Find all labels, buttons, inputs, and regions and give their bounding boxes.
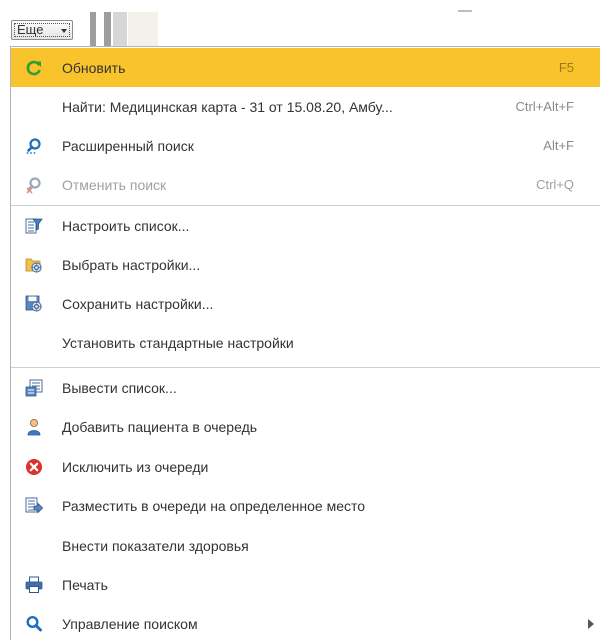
dropdown-menu: Обновить F5 Найти: Медицинская карта - 3… bbox=[10, 46, 600, 640]
menu-item-label: Разместить в очереди на определенное мес… bbox=[62, 498, 366, 514]
printer-icon bbox=[25, 576, 43, 594]
toolbar: Еще bbox=[0, 0, 600, 46]
menu-item-add-patient[interactable]: Добавить пациента в очередь bbox=[11, 407, 600, 446]
menu-item-shortcut: F5 bbox=[558, 60, 574, 75]
menu-item-label: Установить стандартные настройки bbox=[62, 335, 294, 351]
menu-item-label: Найти: Медицинская карта - 31 от 15.08.2… bbox=[62, 99, 393, 115]
menu-item-shortcut: Alt+F bbox=[543, 138, 574, 153]
menu-item-find[interactable]: Найти: Медицинская карта - 31 от 15.08.2… bbox=[11, 87, 600, 126]
menu-item-label: Вывести список... bbox=[62, 380, 177, 396]
menu-item-shortcut: Ctrl+Q bbox=[536, 177, 574, 192]
menu-item-label: Отменить поиск bbox=[62, 177, 167, 193]
list-output-icon bbox=[25, 379, 43, 397]
folder-gear-icon bbox=[25, 256, 43, 274]
menu-item-save-settings[interactable]: Сохранить настройки... bbox=[11, 284, 600, 323]
toolbar-separator bbox=[104, 12, 111, 46]
menu-item-output-list[interactable]: Вывести список... bbox=[11, 368, 600, 407]
menu-item-label: Добавить пациента в очередь bbox=[62, 419, 258, 435]
menu-item-advanced-search[interactable]: Расширенный поиск Alt+F bbox=[11, 126, 600, 165]
menu-item-configure-list[interactable]: Настроить список... bbox=[11, 206, 600, 245]
chevron-down-icon bbox=[61, 29, 67, 33]
menu-item-remove-from-queue[interactable]: Исключить из очереди bbox=[11, 447, 600, 486]
toolbar-separator bbox=[90, 12, 96, 46]
close-circle-icon bbox=[25, 458, 43, 476]
list-filter-icon bbox=[25, 217, 43, 235]
toolbar-separator bbox=[113, 12, 127, 46]
more-button[interactable]: Еще bbox=[11, 20, 73, 40]
menu-item-label: Выбрать настройки... bbox=[62, 257, 201, 273]
magnifier-icon bbox=[25, 615, 43, 633]
refresh-icon bbox=[25, 59, 43, 77]
chevron-right-icon bbox=[588, 619, 594, 629]
menu-item-label: Управление поиском bbox=[62, 616, 198, 632]
menu-item-print[interactable]: Печать bbox=[11, 565, 600, 604]
page: Еще Обновить F5 Найти: Медицинская карта… bbox=[0, 0, 600, 640]
menu-item-label: Расширенный поиск bbox=[62, 138, 194, 154]
person-icon bbox=[25, 418, 43, 436]
menu-item-choose-settings[interactable]: Выбрать настройки... bbox=[11, 245, 600, 284]
menu-item-label: Обновить bbox=[62, 60, 126, 76]
magnifier-icon bbox=[25, 137, 43, 155]
menu-item-refresh[interactable]: Обновить F5 bbox=[11, 48, 600, 87]
floppy-gear-icon bbox=[25, 295, 43, 313]
menu-item-default-settings[interactable]: Установить стандартные настройки bbox=[11, 323, 600, 362]
list-arrow-icon bbox=[25, 497, 43, 515]
magnifier-cancel-icon bbox=[25, 176, 43, 194]
menu-item-place-in-queue[interactable]: Разместить в очереди на определенное мес… bbox=[11, 486, 600, 525]
toolbar-field bbox=[128, 12, 158, 46]
menu-item-health-indicators[interactable]: Внести показатели здоровья bbox=[11, 526, 600, 565]
menu-item-cancel-search[interactable]: Отменить поиск Ctrl+Q bbox=[11, 165, 600, 204]
toolbar-mark bbox=[458, 10, 472, 12]
menu-item-label: Печать bbox=[62, 577, 108, 593]
menu-item-label: Сохранить настройки... bbox=[62, 296, 214, 312]
menu-item-label: Исключить из очереди bbox=[62, 459, 209, 475]
menu-item-shortcut: Ctrl+Alt+F bbox=[515, 99, 574, 114]
menu-item-label: Внести показатели здоровья bbox=[62, 538, 249, 554]
menu-item-search-control[interactable]: Управление поиском bbox=[11, 604, 600, 640]
menu-item-label: Настроить список... bbox=[62, 218, 190, 234]
